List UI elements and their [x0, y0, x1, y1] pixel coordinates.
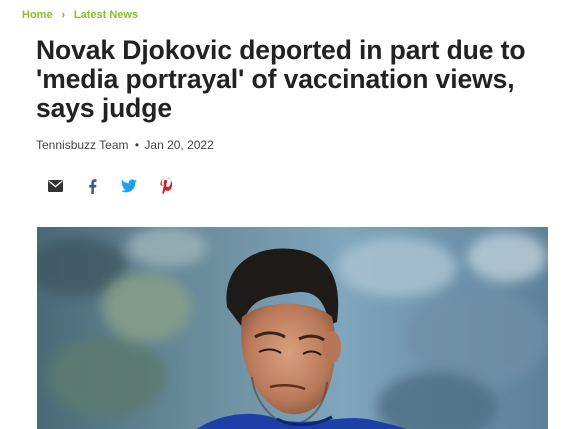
share-email-button[interactable] [46, 177, 64, 195]
breadcrumb: Home › Latest News [22, 8, 138, 22]
breadcrumb-home-link[interactable]: Home [22, 9, 53, 21]
facebook-icon [88, 178, 97, 194]
publish-date: Jan 20, 2022 [144, 138, 214, 152]
breadcrumb-separator: › [61, 8, 65, 22]
article-byline: Tennisbuzz Team • Jan 20, 2022 [36, 138, 214, 152]
share-buttons [46, 177, 194, 195]
article-hero-image [37, 227, 548, 429]
djokovic-photo [37, 227, 548, 429]
article-title: Novak Djokovic deported in part due to '… [36, 35, 526, 123]
pinterest-icon [160, 178, 172, 194]
email-icon [47, 180, 63, 192]
twitter-icon [121, 179, 137, 193]
breadcrumb-latest-news-link[interactable]: Latest News [74, 9, 138, 21]
article-page: Home › Latest News Novak Djokovic deport… [0, 0, 580, 429]
share-pinterest-button[interactable] [157, 177, 175, 195]
byline-separator: • [134, 138, 140, 152]
share-facebook-button[interactable] [83, 177, 101, 195]
share-twitter-button[interactable] [120, 177, 138, 195]
author-name[interactable]: Tennisbuzz Team [36, 138, 129, 152]
